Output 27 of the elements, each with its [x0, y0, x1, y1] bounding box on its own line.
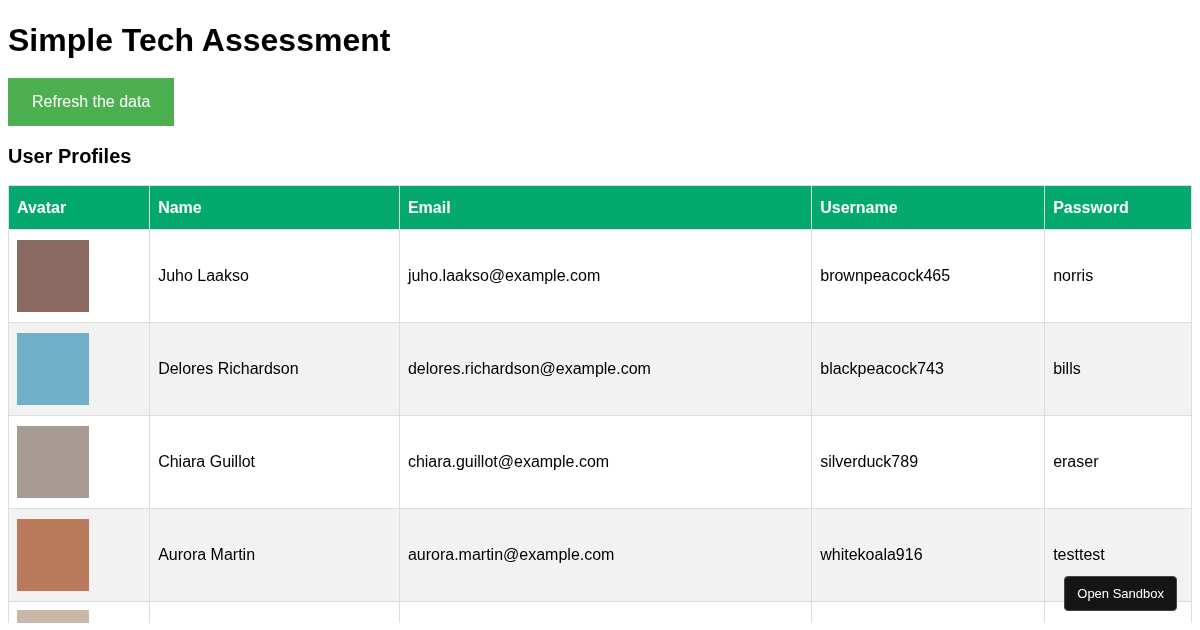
open-sandbox-button[interactable]: Open Sandbox — [1064, 575, 1177, 611]
table-cell: brownpeacock465 — [811, 229, 1045, 323]
table-cell: whitekoala916 — [811, 508, 1045, 602]
table-cell: Chiara Guillot — [149, 415, 400, 509]
table-cell: norris — [1044, 229, 1192, 323]
avatar-photo — [17, 240, 89, 312]
table-cell: Juho Laakso — [149, 229, 400, 323]
table-cell: Delores Richardson — [149, 322, 400, 416]
avatar-photo — [17, 333, 89, 405]
table-cell: bills — [1044, 322, 1192, 416]
column-header: Email — [399, 185, 812, 230]
section-title: User Profiles — [8, 145, 133, 168]
table-cell: aurora.martin@example.com — [399, 508, 812, 602]
table-cell: juho.laakso@example.com — [399, 229, 812, 323]
avatar-photo — [17, 426, 89, 498]
table-cell: eraser — [1044, 415, 1192, 509]
table-cell: Aurora Martin — [149, 508, 400, 602]
column-header: Username — [811, 185, 1045, 230]
column-header: Avatar — [8, 185, 150, 230]
column-header: Name — [149, 185, 400, 230]
avatar-photo — [17, 519, 89, 591]
page-title: Simple Tech Assessment — [8, 22, 392, 59]
table-cell: silverduck789 — [811, 415, 1045, 509]
table-cell: chiara.guillot@example.com — [399, 415, 812, 509]
column-header: Password — [1044, 185, 1192, 230]
table-cell: delores.richardson@example.com — [399, 322, 812, 416]
table-cell: blackpeacock743 — [811, 322, 1045, 416]
